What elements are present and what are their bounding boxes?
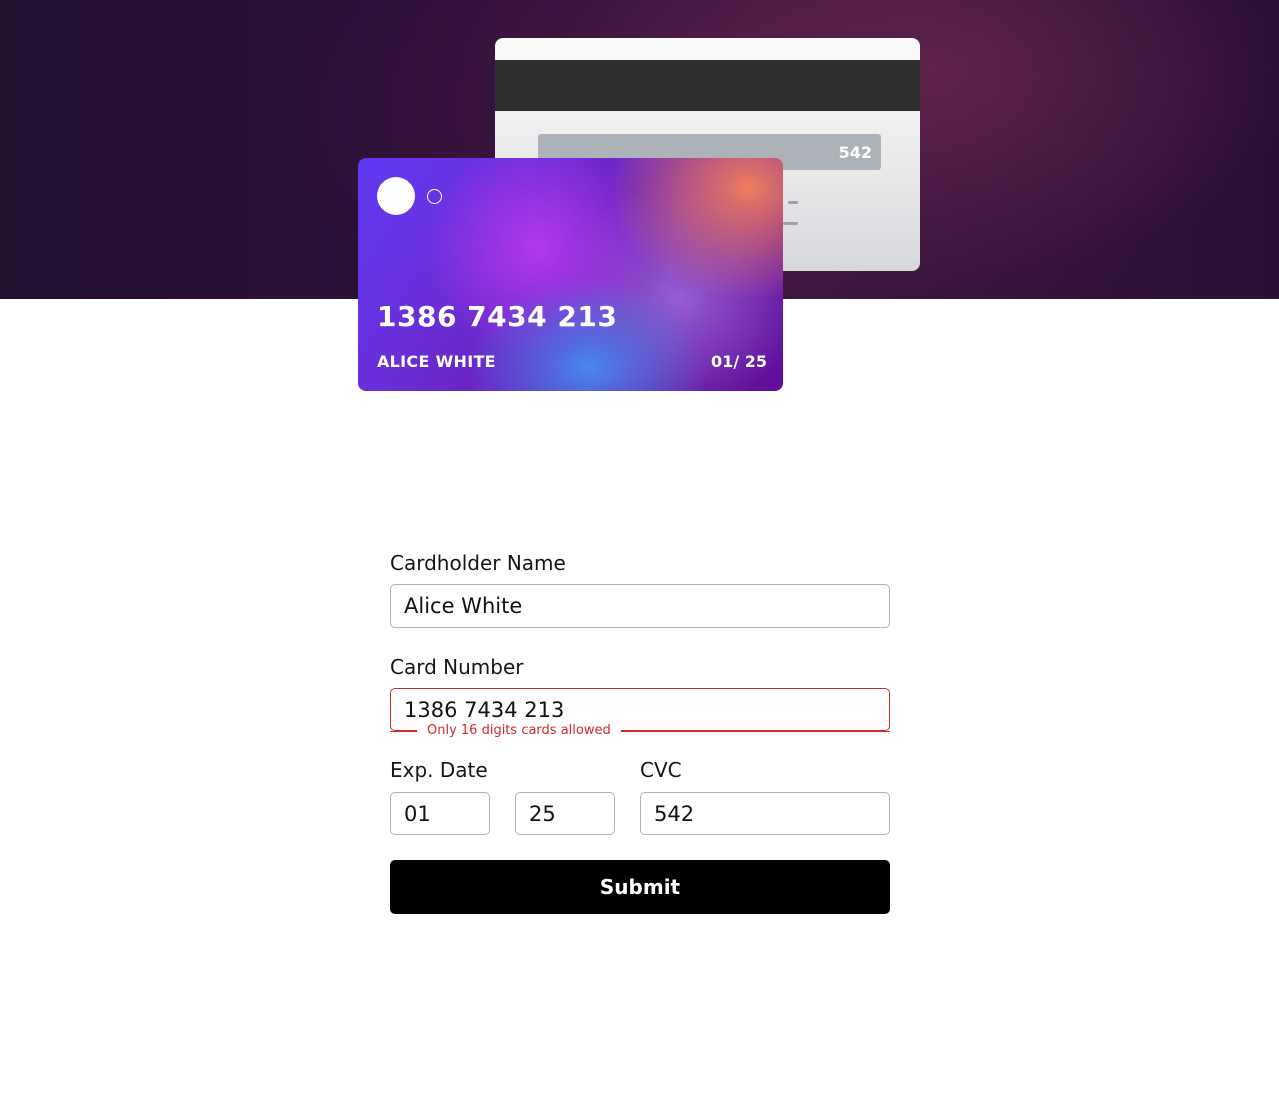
exp-year-input[interactable] [529,801,614,826]
cvc-label: CVC [640,758,682,782]
card-logo-filled-circle-icon [377,177,415,215]
cardholder-name-field[interactable] [390,584,890,628]
exp-year-field[interactable] [515,792,615,835]
exp-month-field[interactable] [390,792,490,835]
card-front-preview: 1386 7434 213 ALICE WHITE 01/ 25 [358,158,783,391]
cardholder-name-label: Cardholder Name [390,551,566,575]
card-number-input[interactable] [404,697,889,722]
card-number-label: Card Number [390,655,524,679]
card-cvc: 542 [838,143,872,162]
exp-month-input[interactable] [404,801,489,826]
card-logo-outline-circle-icon [427,189,442,204]
card-number: 1386 7434 213 [377,300,618,333]
card-back-line [783,222,798,225]
cvc-input[interactable] [654,801,889,826]
cvc-field[interactable] [640,792,890,835]
magnetic-stripe [495,60,920,111]
card-expiry: 01/ 25 [711,352,767,371]
cardholder-name-input[interactable] [404,594,889,618]
card-number-error-message: Only 16 digits cards allowed [417,722,621,740]
submit-button[interactable]: Submit [390,860,890,914]
card-holder-name: ALICE WHITE [377,352,496,371]
card-back-line [788,201,798,204]
exp-date-label: Exp. Date [390,758,488,782]
